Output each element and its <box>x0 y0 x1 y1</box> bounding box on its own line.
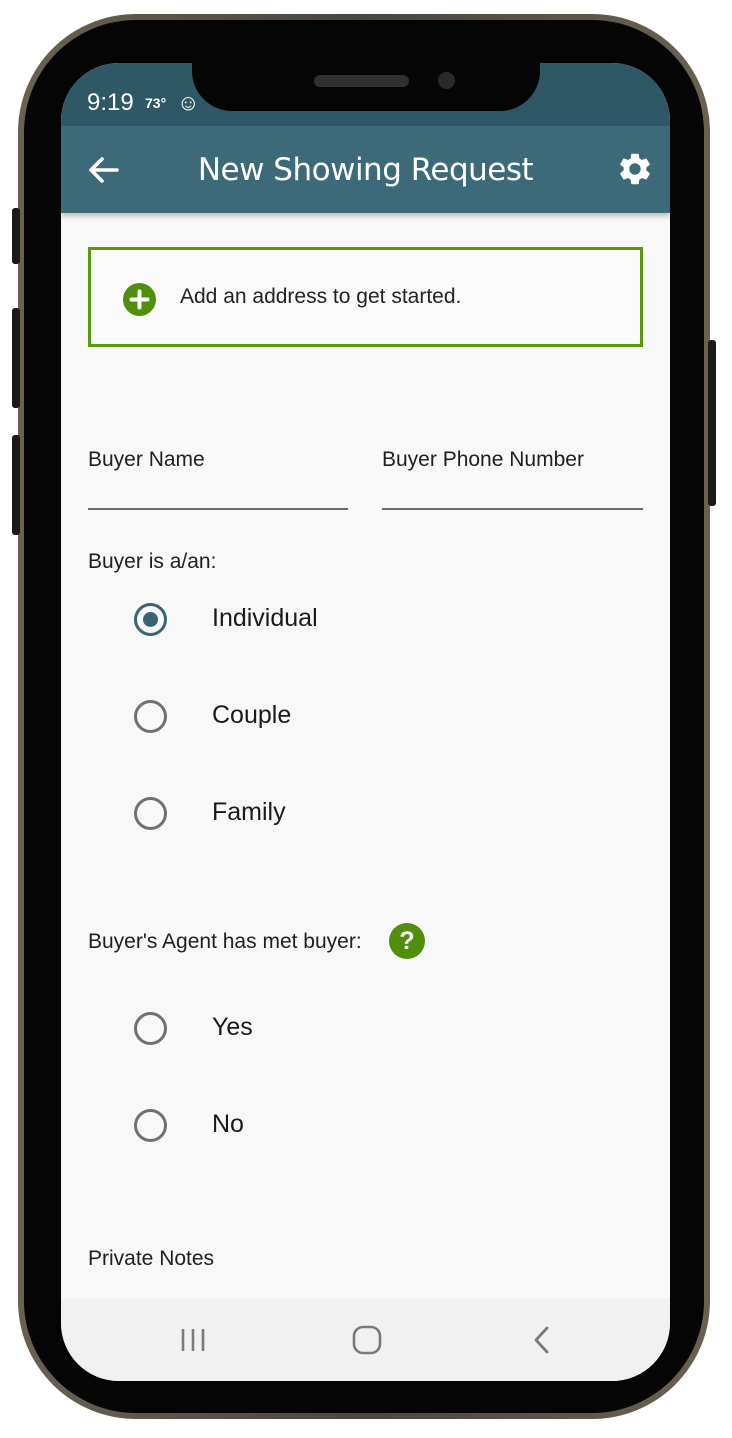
radio-yes[interactable]: Yes <box>61 1000 670 1060</box>
gear-icon[interactable] <box>616 150 654 188</box>
radio-dot <box>143 612 158 627</box>
side-button-left-low <box>12 435 20 535</box>
speaker-grille <box>314 75 409 87</box>
radio-individual[interactable]: Individual <box>61 591 670 651</box>
form-content: Add an address to get started. Buyer Nam… <box>61 213 670 1298</box>
private-notes-label: Private Notes <box>88 1247 215 1270</box>
person-notification-icon: ☺ <box>177 90 200 115</box>
system-nav-bar <box>61 1298 670 1381</box>
agent-met-label: Buyer's Agent has met buyer: <box>88 930 362 953</box>
home-icon[interactable] <box>347 1320 387 1360</box>
radio-label: No <box>212 1110 244 1138</box>
side-button-left-mid <box>12 308 20 408</box>
radio-unselected-icon <box>134 1012 167 1045</box>
status-time: 9:19 <box>87 89 134 116</box>
radio-unselected-icon <box>134 700 167 733</box>
page-title: New Showing Request <box>197 152 534 188</box>
add-address-text: Add an address to get started. <box>180 285 462 308</box>
buyer-name-input[interactable] <box>88 508 348 510</box>
phone-screen: 9:19 73° ☺ New Showing Request Add an ad… <box>61 63 670 1381</box>
add-address-button[interactable]: Add an address to get started. <box>88 247 643 347</box>
radio-unselected-icon <box>134 1109 167 1142</box>
side-button-left-top <box>12 208 20 264</box>
buyer-phone-input[interactable] <box>382 508 643 510</box>
buyer-phone-label: Buyer Phone Number <box>382 448 584 471</box>
buyer-type-label: Buyer is a/an: <box>88 550 217 573</box>
radio-unselected-icon <box>134 797 167 830</box>
side-button-right <box>708 340 716 506</box>
status-temperature: 73° <box>145 95 167 111</box>
buyer-name-label: Buyer Name <box>88 448 205 471</box>
recent-apps-icon[interactable] <box>173 1320 213 1360</box>
camera-notch <box>192 63 540 111</box>
radio-selected-icon <box>134 603 167 636</box>
radio-label: Family <box>212 798 286 826</box>
radio-label: Couple <box>212 701 292 729</box>
radio-label: Individual <box>212 604 318 632</box>
nav-back-icon[interactable] <box>522 1320 562 1360</box>
radio-label: Yes <box>212 1013 253 1041</box>
radio-couple[interactable]: Couple <box>61 688 670 748</box>
help-circle-icon[interactable]: ? <box>389 923 425 959</box>
app-bar: New Showing Request <box>61 126 670 213</box>
radio-family[interactable]: Family <box>61 785 670 845</box>
radio-no[interactable]: No <box>61 1097 670 1157</box>
add-circle-icon <box>123 283 156 316</box>
front-camera <box>438 72 455 89</box>
